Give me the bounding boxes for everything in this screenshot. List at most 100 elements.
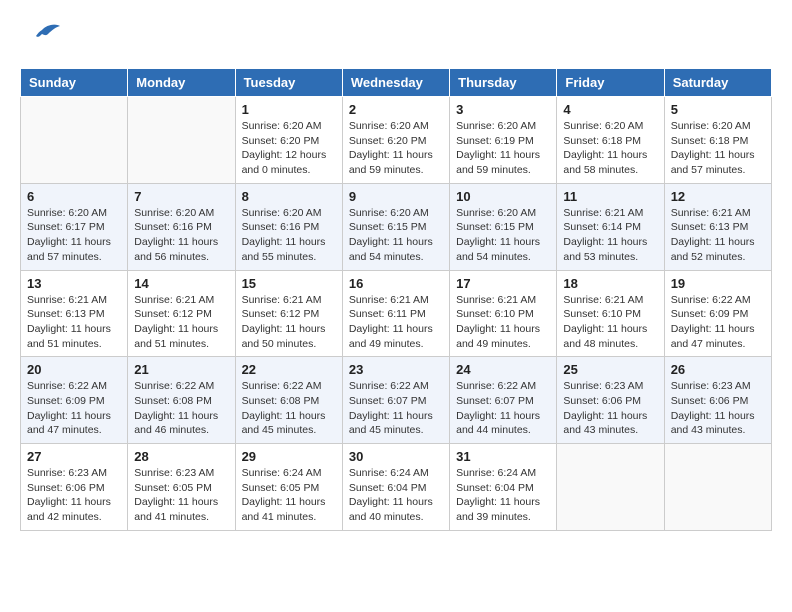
logo bbox=[20, 20, 66, 58]
calendar-cell: 15 Sunrise: 6:21 AM Sunset: 6:12 PM Dayli… bbox=[235, 270, 342, 357]
day-number: 16 bbox=[349, 276, 443, 291]
calendar-cell bbox=[21, 97, 128, 184]
calendar-cell: 20Sunrise: 6:22 AM Sunset: 6:09 PM Dayli… bbox=[21, 357, 128, 444]
calendar-cell bbox=[128, 97, 235, 184]
weekday-header-sunday: Sunday bbox=[21, 69, 128, 97]
calendar-cell: 18 Sunrise: 6:21 AM Sunset: 6:10 PM Dayli… bbox=[557, 270, 664, 357]
day-info: Sunrise: 6:20 AM Sunset: 6:15 PM Dayligh… bbox=[456, 206, 550, 265]
day-number: 30 bbox=[349, 449, 443, 464]
calendar-week-row: 6 Sunrise: 6:20 AM Sunset: 6:17 PM Daylig… bbox=[21, 183, 772, 270]
calendar-cell: 8 Sunrise: 6:20 AM Sunset: 6:16 PM Daylig… bbox=[235, 183, 342, 270]
calendar-cell: 12 Sunrise: 6:21 AM Sunset: 6:13 PM Dayli… bbox=[664, 183, 771, 270]
day-info: Sunrise: 6:21 AM Sunset: 6:11 PM Dayligh… bbox=[349, 293, 443, 352]
calendar-cell: 4 Sunrise: 6:20 AM Sunset: 6:18 PM Daylig… bbox=[557, 97, 664, 184]
day-info: Sunrise: 6:22 AM Sunset: 6:08 PM Dayligh… bbox=[134, 379, 228, 438]
day-number: 1 bbox=[242, 102, 336, 117]
day-number: 28 bbox=[134, 449, 228, 464]
calendar-cell: 2 Sunrise: 6:20 AM Sunset: 6:20 PM Daylig… bbox=[342, 97, 449, 184]
day-info: Sunrise: 6:20 AM Sunset: 6:18 PM Dayligh… bbox=[671, 119, 765, 178]
day-info: Sunrise: 6:21 AM Sunset: 6:13 PM Dayligh… bbox=[671, 206, 765, 265]
day-number: 3 bbox=[456, 102, 550, 117]
calendar-cell: 13 Sunrise: 6:21 AM Sunset: 6:13 PM Dayli… bbox=[21, 270, 128, 357]
calendar-cell: 7 Sunrise: 6:20 AM Sunset: 6:16 PM Daylig… bbox=[128, 183, 235, 270]
weekday-header-saturday: Saturday bbox=[664, 69, 771, 97]
day-number: 2 bbox=[349, 102, 443, 117]
day-info: Sunrise: 6:23 AM Sunset: 6:06 PM Dayligh… bbox=[27, 466, 121, 525]
calendar-cell: 9Sunrise: 6:20 AM Sunset: 6:15 PM Daylig… bbox=[342, 183, 449, 270]
calendar-table: SundayMondayTuesdayWednesdayThursdayFrid… bbox=[20, 68, 772, 531]
day-number: 23 bbox=[349, 362, 443, 377]
calendar-cell: 27 Sunrise: 6:23 AM Sunset: 6:06 PM Dayli… bbox=[21, 444, 128, 531]
day-info: Sunrise: 6:20 AM Sunset: 6:16 PM Dayligh… bbox=[134, 206, 228, 265]
calendar-cell: 28 Sunrise: 6:23 AM Sunset: 6:05 PM Dayli… bbox=[128, 444, 235, 531]
day-number: 6 bbox=[27, 189, 121, 204]
day-info: Sunrise: 6:20 AM Sunset: 6:16 PM Dayligh… bbox=[242, 206, 336, 265]
day-info: Sunrise: 6:20 AM Sunset: 6:17 PM Dayligh… bbox=[27, 206, 121, 265]
day-number: 20 bbox=[27, 362, 121, 377]
calendar-cell: 22 Sunrise: 6:22 AM Sunset: 6:08 PM Dayli… bbox=[235, 357, 342, 444]
day-number: 15 bbox=[242, 276, 336, 291]
day-number: 17 bbox=[456, 276, 550, 291]
calendar-cell: 10 Sunrise: 6:20 AM Sunset: 6:15 PM Dayli… bbox=[450, 183, 557, 270]
calendar-cell: 14 Sunrise: 6:21 AM Sunset: 6:12 PM Dayli… bbox=[128, 270, 235, 357]
day-number: 11 bbox=[563, 189, 657, 204]
day-number: 4 bbox=[563, 102, 657, 117]
calendar-cell: 23 Sunrise: 6:22 AM Sunset: 6:07 PM Dayli… bbox=[342, 357, 449, 444]
day-number: 31 bbox=[456, 449, 550, 464]
day-info: Sunrise: 6:23 AM Sunset: 6:05 PM Dayligh… bbox=[134, 466, 228, 525]
day-info: Sunrise: 6:22 AM Sunset: 6:09 PM Dayligh… bbox=[671, 293, 765, 352]
day-info: Sunrise: 6:20 AM Sunset: 6:20 PM Dayligh… bbox=[242, 119, 336, 178]
calendar-cell: 30 Sunrise: 6:24 AM Sunset: 6:04 PM Dayli… bbox=[342, 444, 449, 531]
day-info: Sunrise: 6:21 AM Sunset: 6:12 PM Dayligh… bbox=[134, 293, 228, 352]
day-info: Sunrise: 6:20 AM Sunset: 6:18 PM Dayligh… bbox=[563, 119, 657, 178]
calendar-cell: 19Sunrise: 6:22 AM Sunset: 6:09 PM Dayli… bbox=[664, 270, 771, 357]
day-number: 9 bbox=[349, 189, 443, 204]
calendar-week-row: 20Sunrise: 6:22 AM Sunset: 6:09 PM Dayli… bbox=[21, 357, 772, 444]
weekday-header-wednesday: Wednesday bbox=[342, 69, 449, 97]
calendar-cell bbox=[664, 444, 771, 531]
day-info: Sunrise: 6:22 AM Sunset: 6:07 PM Dayligh… bbox=[456, 379, 550, 438]
calendar-cell: 24 Sunrise: 6:22 AM Sunset: 6:07 PM Dayli… bbox=[450, 357, 557, 444]
day-number: 12 bbox=[671, 189, 765, 204]
weekday-header-friday: Friday bbox=[557, 69, 664, 97]
day-info: Sunrise: 6:22 AM Sunset: 6:07 PM Dayligh… bbox=[349, 379, 443, 438]
day-info: Sunrise: 6:20 AM Sunset: 6:19 PM Dayligh… bbox=[456, 119, 550, 178]
day-info: Sunrise: 6:24 AM Sunset: 6:04 PM Dayligh… bbox=[349, 466, 443, 525]
day-number: 10 bbox=[456, 189, 550, 204]
day-number: 24 bbox=[456, 362, 550, 377]
calendar-cell: 1 Sunrise: 6:20 AM Sunset: 6:20 PM Daylig… bbox=[235, 97, 342, 184]
day-info: Sunrise: 6:21 AM Sunset: 6:14 PM Dayligh… bbox=[563, 206, 657, 265]
day-info: Sunrise: 6:22 AM Sunset: 6:08 PM Dayligh… bbox=[242, 379, 336, 438]
day-info: Sunrise: 6:21 AM Sunset: 6:12 PM Dayligh… bbox=[242, 293, 336, 352]
calendar-cell: 26 Sunrise: 6:23 AM Sunset: 6:06 PM Dayli… bbox=[664, 357, 771, 444]
day-info: Sunrise: 6:24 AM Sunset: 6:05 PM Dayligh… bbox=[242, 466, 336, 525]
day-info: Sunrise: 6:21 AM Sunset: 6:13 PM Dayligh… bbox=[27, 293, 121, 352]
day-number: 5 bbox=[671, 102, 765, 117]
day-info: Sunrise: 6:21 AM Sunset: 6:10 PM Dayligh… bbox=[563, 293, 657, 352]
day-info: Sunrise: 6:23 AM Sunset: 6:06 PM Dayligh… bbox=[671, 379, 765, 438]
day-number: 18 bbox=[563, 276, 657, 291]
calendar-cell: 16 Sunrise: 6:21 AM Sunset: 6:11 PM Dayli… bbox=[342, 270, 449, 357]
day-number: 14 bbox=[134, 276, 228, 291]
day-number: 7 bbox=[134, 189, 228, 204]
weekday-header-thursday: Thursday bbox=[450, 69, 557, 97]
day-number: 26 bbox=[671, 362, 765, 377]
day-number: 27 bbox=[27, 449, 121, 464]
weekday-header-tuesday: Tuesday bbox=[235, 69, 342, 97]
day-number: 21 bbox=[134, 362, 228, 377]
day-number: 22 bbox=[242, 362, 336, 377]
day-number: 8 bbox=[242, 189, 336, 204]
calendar-cell: 31 Sunrise: 6:24 AM Sunset: 6:04 PM Dayli… bbox=[450, 444, 557, 531]
calendar-cell: 25Sunrise: 6:23 AM Sunset: 6:06 PM Dayli… bbox=[557, 357, 664, 444]
calendar-cell: 11 Sunrise: 6:21 AM Sunset: 6:14 PM Dayli… bbox=[557, 183, 664, 270]
calendar-cell: 21 Sunrise: 6:22 AM Sunset: 6:08 PM Dayli… bbox=[128, 357, 235, 444]
day-info: Sunrise: 6:24 AM Sunset: 6:04 PM Dayligh… bbox=[456, 466, 550, 525]
day-info: Sunrise: 6:20 AM Sunset: 6:20 PM Dayligh… bbox=[349, 119, 443, 178]
calendar-week-row: 1 Sunrise: 6:20 AM Sunset: 6:20 PM Daylig… bbox=[21, 97, 772, 184]
calendar-week-row: 27 Sunrise: 6:23 AM Sunset: 6:06 PM Dayli… bbox=[21, 444, 772, 531]
day-number: 13 bbox=[27, 276, 121, 291]
calendar-cell: 6 Sunrise: 6:20 AM Sunset: 6:17 PM Daylig… bbox=[21, 183, 128, 270]
calendar-cell: 17Sunrise: 6:21 AM Sunset: 6:10 PM Dayli… bbox=[450, 270, 557, 357]
weekday-header-monday: Monday bbox=[128, 69, 235, 97]
calendar-cell: 29Sunrise: 6:24 AM Sunset: 6:05 PM Dayli… bbox=[235, 444, 342, 531]
